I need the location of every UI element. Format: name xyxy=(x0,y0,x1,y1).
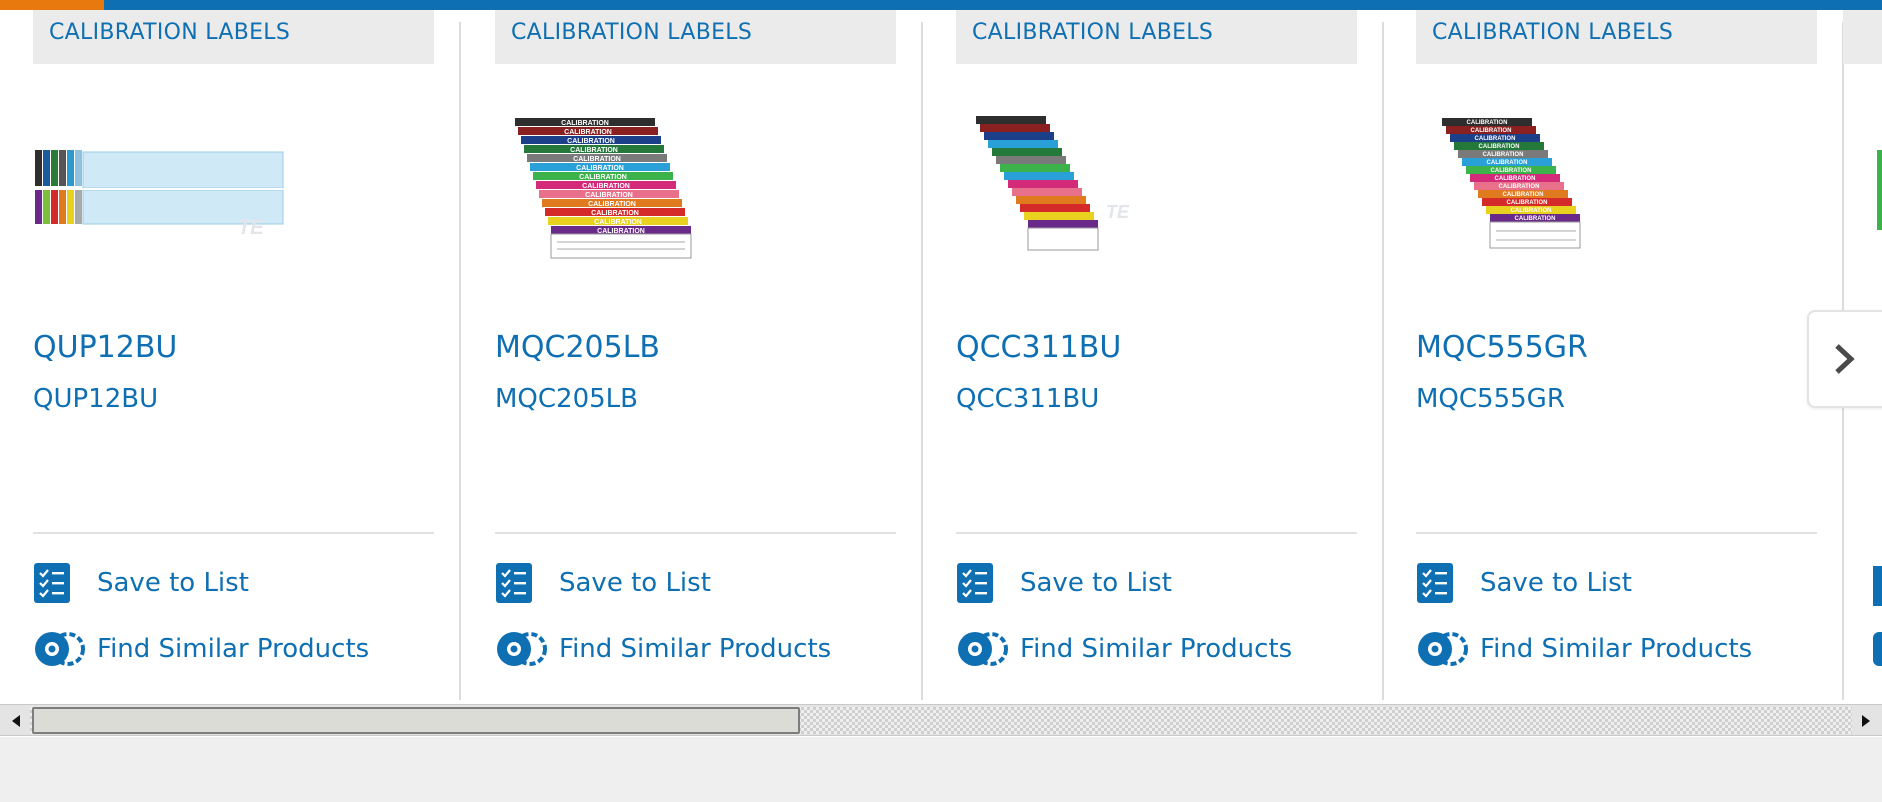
triangle-right-icon xyxy=(1862,714,1870,727)
save-to-list-button[interactable]: Save to List xyxy=(33,562,249,604)
product-part-number: MQC555GR xyxy=(1416,384,1565,414)
svg-text:CALIBRATION: CALIBRATION xyxy=(1483,152,1524,158)
gears-icon xyxy=(35,632,85,666)
gears-icon xyxy=(497,632,547,666)
svg-text:CALIBRATION: CALIBRATION xyxy=(582,183,630,190)
svg-text:CALIBRATION: CALIBRATION xyxy=(1511,208,1552,214)
product-image[interactable]: CALIBRATION CALIBRATION CALIBRATION CALI… xyxy=(1416,110,1676,270)
carousel-progress-active xyxy=(0,0,104,10)
card-separator xyxy=(1416,532,1817,534)
card-category-label: CALIBRATION LABELS xyxy=(972,20,1214,45)
product-title-link[interactable]: QCC311BU xyxy=(956,330,1121,365)
card-divider xyxy=(459,22,461,700)
product-image[interactable]: CALIBRATION CALIBRATION CALIBRATION CALI… xyxy=(495,110,755,270)
product-image[interactable]: TE xyxy=(956,110,1216,270)
save-to-list-button[interactable]: Save to List xyxy=(495,562,711,604)
svg-text:CALIBRATION: CALIBRATION xyxy=(579,174,627,181)
svg-text:CALIBRATION: CALIBRATION xyxy=(591,210,639,217)
card-category-header: CALIBRATION LABELS xyxy=(33,10,434,64)
checklist-icon xyxy=(34,563,70,603)
card-separator xyxy=(956,532,1357,534)
product-part-number: QUP12BU xyxy=(33,384,159,414)
product-title-link[interactable]: QUP12BU xyxy=(33,330,177,365)
svg-text:CALIBRATION: CALIBRATION xyxy=(588,201,636,208)
checklist-icon xyxy=(957,563,993,603)
triangle-left-icon xyxy=(12,714,20,727)
svg-text:CALIBRATION: CALIBRATION xyxy=(573,156,621,163)
card-separator xyxy=(495,532,896,534)
find-similar-products-button[interactable]: Find Similar Products xyxy=(1416,628,1752,670)
svg-text:CALIBRATION: CALIBRATION xyxy=(594,219,642,226)
card-category-label: CALIBRATION LABELS xyxy=(511,20,753,45)
card-separator xyxy=(33,532,434,534)
product-card: CALIBRATION LABELS CALIBRATION CALIBRATI… xyxy=(462,10,923,700)
find-similar-products-button[interactable]: Find Similar Products xyxy=(495,628,831,670)
gears-icon xyxy=(1873,632,1882,666)
card-category-label: CALIBRATION LABELS xyxy=(49,20,291,45)
find-similar-products-label: Find Similar Products xyxy=(559,634,832,664)
svg-text:CALIBRATION: CALIBRATION xyxy=(1495,176,1536,182)
gears-icon xyxy=(958,632,1008,666)
product-title-link[interactable]: MQC555GR xyxy=(1416,330,1588,365)
save-to-list-label: Save to List xyxy=(559,568,711,598)
svg-text:TE: TE xyxy=(1106,202,1130,222)
product-card: CALIBRATION LABELS xyxy=(923,10,1384,700)
svg-text:CALIBRATION: CALIBRATION xyxy=(570,147,618,154)
carousel-next-button[interactable] xyxy=(1807,310,1882,408)
find-similar-products-button[interactable]: Find Similar Products xyxy=(33,628,369,670)
product-card: CALIBRATION LABELS CALIBRATION CALIBRATI… xyxy=(1383,10,1844,700)
carousel-progress-strip xyxy=(0,0,1882,10)
svg-text:CALIBRATION: CALIBRATION xyxy=(1515,216,1556,222)
svg-text:CALIBRATION: CALIBRATION xyxy=(1499,184,1540,190)
svg-text:CALIBRATION: CALIBRATION xyxy=(1479,144,1520,150)
svg-text:CALIBRATION: CALIBRATION xyxy=(564,129,612,136)
find-similar-products-button[interactable]: Find Similar Products xyxy=(956,628,1292,670)
svg-text:CALIBRATION: CALIBRATION xyxy=(567,138,615,145)
svg-text:TE: TE xyxy=(238,217,264,239)
chevron-right-icon xyxy=(1835,344,1855,374)
save-to-list-label: Save to List xyxy=(1020,568,1172,598)
product-title-link[interactable]: MQC205LB xyxy=(495,330,660,365)
product-part-number: QCC311BU xyxy=(956,384,1100,414)
product-carousel-viewport: CALIBRATION LABELS TE QUP12BU QUP12BU Sa… xyxy=(0,0,1882,802)
svg-text:CALIBRATION: CALIBRATION xyxy=(1503,192,1544,198)
svg-text:CALIBRATION: CALIBRATION xyxy=(576,165,624,172)
card-category-header: CALIBRATION LABELS xyxy=(956,10,1357,64)
checklist-icon xyxy=(1873,566,1882,606)
card-category-header: CALIBRATION LABELS xyxy=(495,10,896,64)
card-category-label: CALIBRATION LABELS xyxy=(1432,20,1674,45)
svg-text:CALIBRATION: CALIBRATION xyxy=(1467,120,1508,126)
svg-text:CALIBRATION: CALIBRATION xyxy=(1507,200,1548,206)
product-image[interactable]: TE xyxy=(33,110,293,270)
card-category-header: CALIBRATION LABELS xyxy=(1416,10,1817,64)
gears-icon xyxy=(1418,632,1468,666)
save-to-list-button[interactable]: Save to List xyxy=(1416,562,1632,604)
save-to-list-label: Save to List xyxy=(97,568,249,598)
find-similar-products-label: Find Similar Products xyxy=(1480,634,1753,664)
svg-text:CALIBRATION: CALIBRATION xyxy=(561,120,609,127)
svg-text:CALIBRATION: CALIBRATION xyxy=(1487,160,1528,166)
scroll-right-arrow[interactable] xyxy=(1852,707,1880,734)
horizontal-scrollbar[interactable] xyxy=(0,704,1882,736)
product-image-partial xyxy=(1877,150,1882,230)
svg-text:CALIBRATION: CALIBRATION xyxy=(585,192,633,199)
page-background-below xyxy=(0,737,1882,802)
svg-text:CALIBRATION: CALIBRATION xyxy=(1471,128,1512,134)
find-similar-products-label: Find Similar Products xyxy=(97,634,370,664)
product-carousel: CALIBRATION LABELS TE QUP12BU QUP12BU Sa… xyxy=(0,10,1882,700)
checklist-icon xyxy=(1417,563,1453,603)
find-similar-products-label: Find Similar Products xyxy=(1020,634,1293,664)
product-card: CALIBRATION LABELS xyxy=(0,10,461,700)
svg-text:CALIBRATION: CALIBRATION xyxy=(1475,136,1516,142)
scroll-left-arrow[interactable] xyxy=(2,707,30,734)
save-to-list-button[interactable]: Save to List xyxy=(956,562,1172,604)
svg-text:CALIBRATION: CALIBRATION xyxy=(1491,168,1532,174)
scrollbar-thumb[interactable] xyxy=(32,707,800,734)
card-category-header xyxy=(1843,10,1882,64)
product-part-number: MQC205LB xyxy=(495,384,638,414)
checklist-icon xyxy=(496,563,532,603)
save-to-list-label: Save to List xyxy=(1480,568,1632,598)
